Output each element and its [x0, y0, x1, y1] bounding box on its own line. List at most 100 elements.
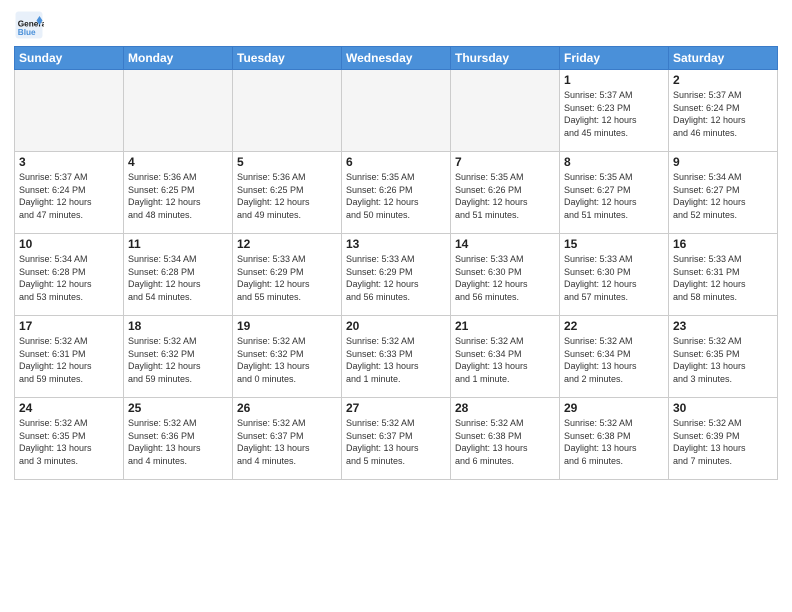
day-info: Sunrise: 5:32 AM Sunset: 6:38 PM Dayligh…	[564, 417, 664, 467]
header: General Blue	[14, 10, 778, 40]
day-number: 22	[564, 319, 664, 333]
day-number: 1	[564, 73, 664, 87]
day-number: 14	[455, 237, 555, 251]
calendar-cell: 19Sunrise: 5:32 AM Sunset: 6:32 PM Dayli…	[233, 316, 342, 398]
day-number: 26	[237, 401, 337, 415]
weekday-header-tuesday: Tuesday	[233, 47, 342, 70]
day-info: Sunrise: 5:32 AM Sunset: 6:37 PM Dayligh…	[346, 417, 446, 467]
day-info: Sunrise: 5:32 AM Sunset: 6:39 PM Dayligh…	[673, 417, 773, 467]
calendar-cell: 2 Sunrise: 5:37 AM Sunset: 6:24 PM Daylig…	[669, 70, 778, 152]
weekday-header-wednesday: Wednesday	[342, 47, 451, 70]
logo-icon: General Blue	[14, 10, 44, 40]
calendar-cell: 7 Sunrise: 5:35 AM Sunset: 6:26 PM Daylig…	[451, 152, 560, 234]
day-number: 30	[673, 401, 773, 415]
week-row-3: 10 Sunrise: 5:34 AM Sunset: 6:28 PM Dayli…	[15, 234, 778, 316]
weekday-header-sunday: Sunday	[15, 47, 124, 70]
day-info: Sunrise: 5:32 AM Sunset: 6:33 PM Dayligh…	[346, 335, 446, 385]
day-info: Sunrise: 5:33 AM Sunset: 6:31 PM Dayligh…	[673, 253, 773, 303]
calendar-cell: 9 Sunrise: 5:34 AM Sunset: 6:27 PM Daylig…	[669, 152, 778, 234]
logo: General Blue	[14, 10, 48, 40]
calendar-cell: 23 Sunrise: 5:32 AM Sunset: 6:35 PM Dayli…	[669, 316, 778, 398]
week-row-5: 24 Sunrise: 5:32 AM Sunset: 6:35 PM Dayli…	[15, 398, 778, 480]
day-number: 29	[564, 401, 664, 415]
calendar-cell	[233, 70, 342, 152]
calendar-cell	[342, 70, 451, 152]
calendar-cell: 6 Sunrise: 5:35 AM Sunset: 6:26 PM Daylig…	[342, 152, 451, 234]
calendar-cell: 25Sunrise: 5:32 AM Sunset: 6:36 PM Dayli…	[124, 398, 233, 480]
calendar-cell: 28Sunrise: 5:32 AM Sunset: 6:38 PM Dayli…	[451, 398, 560, 480]
page: General Blue SundayMondayTuesdayWednesda…	[0, 0, 792, 612]
calendar-cell: 18 Sunrise: 5:32 AM Sunset: 6:32 PM Dayli…	[124, 316, 233, 398]
calendar-cell	[451, 70, 560, 152]
day-info: Sunrise: 5:37 AM Sunset: 6:24 PM Dayligh…	[19, 171, 119, 221]
weekday-header-thursday: Thursday	[451, 47, 560, 70]
calendar-cell: 24 Sunrise: 5:32 AM Sunset: 6:35 PM Dayli…	[15, 398, 124, 480]
day-number: 13	[346, 237, 446, 251]
week-row-2: 3 Sunrise: 5:37 AM Sunset: 6:24 PM Daylig…	[15, 152, 778, 234]
day-info: Sunrise: 5:37 AM Sunset: 6:24 PM Dayligh…	[673, 89, 773, 139]
day-info: Sunrise: 5:35 AM Sunset: 6:27 PM Dayligh…	[564, 171, 664, 221]
day-info: Sunrise: 5:34 AM Sunset: 6:27 PM Dayligh…	[673, 171, 773, 221]
day-number: 9	[673, 155, 773, 169]
day-number: 25	[128, 401, 228, 415]
calendar-cell: 1Sunrise: 5:37 AM Sunset: 6:23 PM Daylig…	[560, 70, 669, 152]
calendar-cell: 14 Sunrise: 5:33 AM Sunset: 6:30 PM Dayli…	[451, 234, 560, 316]
calendar-cell: 10 Sunrise: 5:34 AM Sunset: 6:28 PM Dayli…	[15, 234, 124, 316]
day-info: Sunrise: 5:32 AM Sunset: 6:32 PM Dayligh…	[128, 335, 228, 385]
day-number: 4	[128, 155, 228, 169]
day-number: 19	[237, 319, 337, 333]
weekday-header-row: SundayMondayTuesdayWednesdayThursdayFrid…	[15, 47, 778, 70]
calendar-cell: 17 Sunrise: 5:32 AM Sunset: 6:31 PM Dayli…	[15, 316, 124, 398]
calendar-cell: 8Sunrise: 5:35 AM Sunset: 6:27 PM Daylig…	[560, 152, 669, 234]
calendar-cell	[15, 70, 124, 152]
day-number: 11	[128, 237, 228, 251]
day-number: 20	[346, 319, 446, 333]
day-number: 12	[237, 237, 337, 251]
calendar-cell: 12 Sunrise: 5:33 AM Sunset: 6:29 PM Dayli…	[233, 234, 342, 316]
day-number: 7	[455, 155, 555, 169]
day-info: Sunrise: 5:33 AM Sunset: 6:30 PM Dayligh…	[455, 253, 555, 303]
calendar-cell: 15 Sunrise: 5:33 AM Sunset: 6:30 PM Dayli…	[560, 234, 669, 316]
svg-text:Blue: Blue	[18, 28, 36, 37]
week-row-4: 17 Sunrise: 5:32 AM Sunset: 6:31 PM Dayli…	[15, 316, 778, 398]
calendar-cell: 5Sunrise: 5:36 AM Sunset: 6:25 PM Daylig…	[233, 152, 342, 234]
day-number: 15	[564, 237, 664, 251]
day-number: 16	[673, 237, 773, 251]
day-info: Sunrise: 5:32 AM Sunset: 6:35 PM Dayligh…	[19, 417, 119, 467]
day-number: 21	[455, 319, 555, 333]
day-info: Sunrise: 5:32 AM Sunset: 6:37 PM Dayligh…	[237, 417, 337, 467]
day-number: 2	[673, 73, 773, 87]
day-info: Sunrise: 5:33 AM Sunset: 6:29 PM Dayligh…	[237, 253, 337, 303]
day-info: Sunrise: 5:32 AM Sunset: 6:34 PM Dayligh…	[455, 335, 555, 385]
day-info: Sunrise: 5:32 AM Sunset: 6:31 PM Dayligh…	[19, 335, 119, 385]
day-info: Sunrise: 5:35 AM Sunset: 6:26 PM Dayligh…	[346, 171, 446, 221]
calendar-cell	[124, 70, 233, 152]
calendar-cell: 16 Sunrise: 5:33 AM Sunset: 6:31 PM Dayli…	[669, 234, 778, 316]
day-info: Sunrise: 5:35 AM Sunset: 6:26 PM Dayligh…	[455, 171, 555, 221]
day-number: 17	[19, 319, 119, 333]
day-info: Sunrise: 5:36 AM Sunset: 6:25 PM Dayligh…	[128, 171, 228, 221]
calendar-cell: 22 Sunrise: 5:32 AM Sunset: 6:34 PM Dayli…	[560, 316, 669, 398]
day-info: Sunrise: 5:32 AM Sunset: 6:34 PM Dayligh…	[564, 335, 664, 385]
day-info: Sunrise: 5:36 AM Sunset: 6:25 PM Dayligh…	[237, 171, 337, 221]
day-number: 28	[455, 401, 555, 415]
day-number: 6	[346, 155, 446, 169]
day-info: Sunrise: 5:33 AM Sunset: 6:30 PM Dayligh…	[564, 253, 664, 303]
day-info: Sunrise: 5:32 AM Sunset: 6:35 PM Dayligh…	[673, 335, 773, 385]
calendar-cell: 26 Sunrise: 5:32 AM Sunset: 6:37 PM Dayli…	[233, 398, 342, 480]
calendar-cell: 20 Sunrise: 5:32 AM Sunset: 6:33 PM Dayli…	[342, 316, 451, 398]
day-number: 10	[19, 237, 119, 251]
day-number: 18	[128, 319, 228, 333]
calendar-cell: 21 Sunrise: 5:32 AM Sunset: 6:34 PM Dayli…	[451, 316, 560, 398]
day-info: Sunrise: 5:33 AM Sunset: 6:29 PM Dayligh…	[346, 253, 446, 303]
day-number: 23	[673, 319, 773, 333]
calendar-cell: 30 Sunrise: 5:32 AM Sunset: 6:39 PM Dayli…	[669, 398, 778, 480]
calendar-cell: 4 Sunrise: 5:36 AM Sunset: 6:25 PM Daylig…	[124, 152, 233, 234]
day-info: Sunrise: 5:34 AM Sunset: 6:28 PM Dayligh…	[19, 253, 119, 303]
weekday-header-saturday: Saturday	[669, 47, 778, 70]
calendar-cell: 29 Sunrise: 5:32 AM Sunset: 6:38 PM Dayli…	[560, 398, 669, 480]
calendar-cell: 27 Sunrise: 5:32 AM Sunset: 6:37 PM Dayli…	[342, 398, 451, 480]
day-number: 27	[346, 401, 446, 415]
day-number: 3	[19, 155, 119, 169]
day-number: 24	[19, 401, 119, 415]
